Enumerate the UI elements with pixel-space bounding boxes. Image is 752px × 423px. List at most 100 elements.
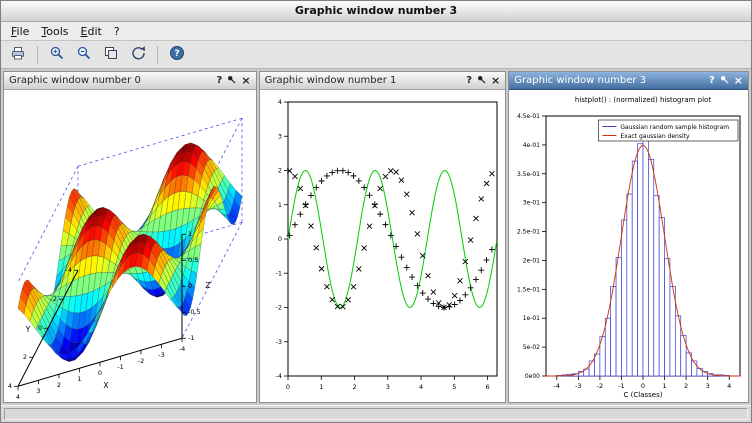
- chart-canvas-surface[interactable]: 43210-1-2-3-4-4-2024-1-0.500.51XYZ: [4, 90, 256, 402]
- svg-text:-4: -4: [554, 382, 560, 390]
- svg-text:Gaussian random sample histogr: Gaussian random sample histogram: [621, 124, 730, 131]
- svg-text:-1: -1: [117, 363, 123, 371]
- docked-panels: Graphic window number 0 ? × 4 3 2 1 0 -1 -2 -3 -…: [1, 69, 751, 405]
- panel-close-icon[interactable]: ×: [491, 75, 500, 86]
- panel-graphic-window-1: Graphic window number 1 ? × 0123456-4-3-…: [259, 71, 507, 403]
- svg-text:-4: -4: [179, 345, 185, 353]
- menu-tools[interactable]: Tools: [35, 24, 74, 39]
- panel-0-title: Graphic window number 0: [9, 75, 141, 86]
- svg-text:2: 2: [277, 167, 281, 175]
- svg-text:3: 3: [36, 387, 40, 395]
- panel-graphic-window-0: Graphic window number 0 ? × 4 3 2 1 0 -1 -2 -3 -…: [3, 71, 257, 403]
- menubar: File Tools Edit ?: [1, 22, 751, 41]
- panel-3-title: Graphic window number 3: [514, 75, 646, 86]
- printer-icon: [10, 45, 26, 64]
- svg-text:3: 3: [706, 382, 710, 390]
- svg-text:0: 0: [38, 324, 42, 332]
- panel-3-header[interactable]: Graphic window number 3 ? ×: [509, 72, 748, 90]
- svg-text:2: 2: [684, 382, 688, 390]
- svg-text:Exact gaussian density: Exact gaussian density: [621, 133, 691, 140]
- svg-text:3: 3: [385, 383, 389, 391]
- panel-close-icon[interactable]: ×: [734, 75, 743, 86]
- panel-graphic-window-3: Graphic window number 3 ? × histplot() :…: [508, 71, 749, 403]
- svg-text:4: 4: [8, 382, 12, 390]
- svg-text:5: 5: [452, 383, 456, 391]
- help-icon: ?: [169, 45, 185, 64]
- svg-text:2: 2: [57, 381, 61, 389]
- panel-0-controls: ? ×: [217, 75, 251, 87]
- svg-text:2e-01: 2e-01: [523, 257, 540, 264]
- svg-text:3: 3: [277, 132, 281, 140]
- svg-text:-4: -4: [66, 266, 72, 274]
- svg-text:0: 0: [98, 369, 102, 377]
- svg-text:3e-01: 3e-01: [523, 200, 540, 207]
- panel-1-title: Graphic window number 1: [265, 75, 397, 86]
- svg-text:4e-01: 4e-01: [523, 142, 540, 149]
- svg-text:C (Classes): C (Classes): [624, 391, 663, 399]
- zoom-out-button[interactable]: [72, 43, 96, 67]
- svg-text:-3: -3: [575, 382, 581, 390]
- help-button[interactable]: ?: [165, 43, 189, 67]
- menu-edit[interactable]: Edit: [75, 24, 108, 39]
- svg-text:0: 0: [641, 382, 645, 390]
- svg-text:-2: -2: [597, 382, 603, 390]
- menu-help[interactable]: ?: [108, 24, 126, 39]
- status-message-area: [4, 408, 748, 420]
- panel-1-header[interactable]: Graphic window number 1 ? ×: [260, 72, 506, 90]
- svg-text:-4: -4: [275, 372, 281, 380]
- panel-pin-icon[interactable]: [477, 75, 486, 87]
- print-button[interactable]: [6, 43, 30, 67]
- svg-text:-3: -3: [275, 338, 281, 346]
- svg-text:histplot() : (normalized) hist: histplot() : (normalized) histogram plot: [575, 96, 711, 104]
- svg-text:1e-01: 1e-01: [523, 315, 540, 322]
- titlebar[interactable]: Graphic window number 3: [1, 1, 751, 22]
- rotate-3d-icon: [130, 45, 146, 64]
- chart-canvas-2d-plot[interactable]: 0123456-4-3-2-101234: [260, 90, 506, 402]
- statusbar: [1, 405, 751, 422]
- svg-text:-1: -1: [275, 269, 281, 277]
- svg-text:4: 4: [16, 393, 20, 401]
- panel-0-header[interactable]: Graphic window number 0 ? ×: [4, 72, 256, 90]
- svg-text:0: 0: [286, 383, 290, 391]
- svg-text:0e00: 0e00: [525, 373, 540, 380]
- panel-close-icon[interactable]: ×: [241, 75, 250, 86]
- svg-text:0.5: 0.5: [188, 256, 198, 264]
- original-view-icon: [103, 45, 119, 64]
- panel-help-icon[interactable]: ?: [217, 76, 223, 86]
- graphics-window: Graphic window number 3 File Tools Edit …: [0, 0, 752, 423]
- svg-text:-2: -2: [51, 295, 57, 303]
- zoom-out-icon: [76, 45, 92, 64]
- svg-text:-2: -2: [138, 357, 144, 365]
- svg-text:0: 0: [188, 282, 192, 290]
- toolbar: ?: [1, 41, 751, 69]
- svg-text:4: 4: [727, 382, 731, 390]
- svg-text:Y: Y: [25, 325, 31, 334]
- svg-text:Z: Z: [205, 281, 210, 290]
- panel-3-controls: ? ×: [709, 75, 743, 87]
- panel-help-icon[interactable]: ?: [709, 76, 715, 86]
- svg-text:-0.5: -0.5: [188, 308, 201, 316]
- panel-1-controls: ? ×: [466, 75, 500, 87]
- svg-text:-2: -2: [275, 304, 281, 312]
- toolbar-separator: [37, 46, 38, 64]
- panel-help-icon[interactable]: ?: [466, 76, 472, 86]
- svg-text:1.5e-01: 1.5e-01: [517, 286, 540, 293]
- svg-text:2: 2: [352, 383, 356, 391]
- rotate-3d-button[interactable]: [126, 43, 150, 67]
- menu-file[interactable]: File: [5, 24, 35, 39]
- svg-text:1: 1: [77, 375, 81, 383]
- svg-text:1: 1: [319, 383, 323, 391]
- svg-text:4: 4: [277, 98, 281, 106]
- panel-pin-icon[interactable]: [227, 75, 236, 87]
- svg-text:-1: -1: [618, 382, 624, 390]
- svg-text:?: ?: [174, 49, 179, 59]
- panel-pin-icon[interactable]: [720, 75, 729, 87]
- zoom-in-button[interactable]: [45, 43, 69, 67]
- chart-canvas-histogram[interactable]: histplot() : (normalized) histogram plot…: [509, 90, 748, 402]
- zoom-in-icon: [49, 45, 65, 64]
- original-view-button[interactable]: [99, 43, 123, 67]
- svg-text:4: 4: [419, 383, 423, 391]
- svg-text:1: 1: [188, 230, 192, 238]
- svg-text:-3: -3: [158, 351, 164, 359]
- svg-text:3.5e-01: 3.5e-01: [517, 171, 540, 178]
